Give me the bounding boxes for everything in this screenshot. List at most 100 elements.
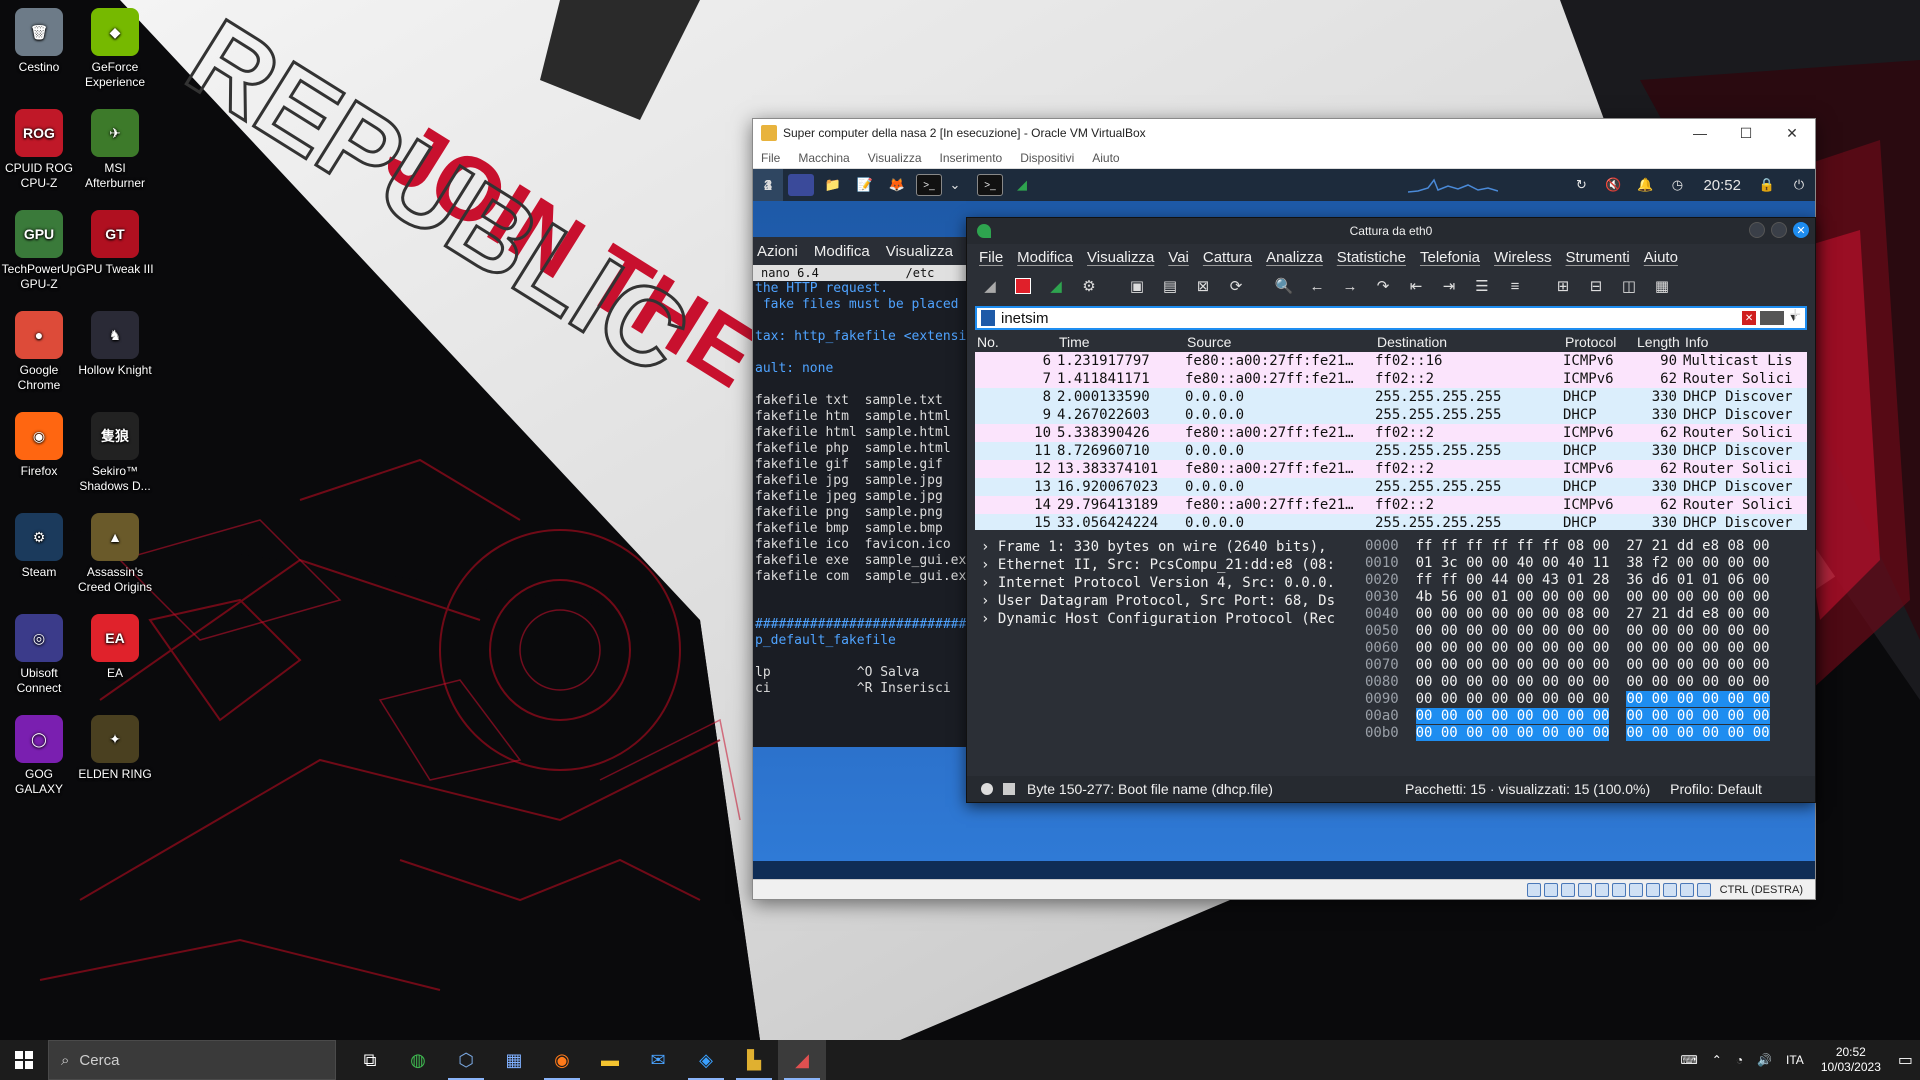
col-protocol[interactable]: Protocol (1563, 334, 1635, 352)
ws-menu-item[interactable]: Modifica (1017, 249, 1073, 266)
start-capture-icon[interactable]: ◢ (977, 274, 1003, 298)
chevron-down-icon[interactable]: ⌄ (948, 174, 962, 196)
table-row[interactable]: 10 5.338390426 fe80::a00:27ff:fe21… ff02::2… (975, 424, 1807, 442)
file-manager-icon[interactable]: 📁 (820, 174, 846, 196)
vscode-icon[interactable]: ◈ (682, 1040, 730, 1080)
usb-icon[interactable] (1594, 882, 1609, 897)
ws-menu-item[interactable]: Aiuto (1644, 249, 1678, 266)
desktop-icon[interactable]: GPU TechPowerUp GPU-Z (0, 210, 78, 292)
show-desktop-icon[interactable] (788, 174, 814, 196)
maximize-button[interactable]: ☐ (1723, 119, 1769, 147)
terminal-menu-view[interactable]: Visualizza (886, 243, 953, 260)
search-box[interactable]: ⌕ Cerca (48, 1040, 336, 1080)
close-button[interactable]: ✕ (1793, 222, 1809, 238)
col-length[interactable]: Length (1635, 334, 1683, 352)
mute-icon[interactable]: 🔇 (1600, 174, 1626, 196)
last-packet-icon[interactable]: ⇥ (1436, 274, 1462, 298)
desktop-icon[interactable]: ● Google Chrome (0, 311, 78, 393)
browser-icon[interactable]: ◍ (394, 1040, 442, 1080)
virtualbox-taskbar-icon[interactable]: ⬡ (442, 1040, 490, 1080)
notification-icon[interactable]: ▭ (1898, 1050, 1913, 1070)
edit-comment-icon[interactable] (1003, 783, 1015, 795)
restart-capture-icon[interactable]: ◢ (1043, 274, 1069, 298)
chevron-up-icon[interactable]: ⌃ (1712, 1053, 1722, 1067)
ws-menu-item[interactable]: Strumenti (1566, 249, 1630, 266)
packet-details-tree[interactable]: › Frame 1: 330 bytes on wire (2640 bits)… (975, 538, 1355, 748)
bookmark-icon[interactable] (981, 310, 995, 326)
terminal-window[interactable]: Azioni Modifica Visualizza nano 6.4 /etc… (753, 237, 978, 747)
firefox-icon[interactable]: 🦊 (884, 174, 910, 196)
refresh-icon[interactable]: ↻ (1568, 174, 1594, 196)
normal-size-icon[interactable]: ◫ (1616, 274, 1642, 298)
workspace-4[interactable]: 4 (753, 169, 783, 201)
desktop-icon[interactable]: 🗑 Cestino (0, 8, 78, 75)
table-row[interactable]: 9 4.267022603 0.0.0.0 255.255.255.255 DHCP 33… (975, 406, 1807, 424)
ws-menu-item[interactable]: Analizza (1266, 249, 1323, 266)
table-row[interactable]: 8 2.000133590 0.0.0.0 255.255.255.255 DHCP 33… (975, 388, 1807, 406)
go-forward-icon[interactable]: → (1337, 274, 1363, 298)
table-row[interactable]: 14 29.796413189 fe80::a00:27ff:fe21… ff02::… (975, 496, 1807, 514)
terminal-menu-edit[interactable]: Modifica (814, 243, 870, 260)
wifi-icon[interactable]: ◔ (1736, 1053, 1743, 1067)
shared-folder-icon[interactable] (1611, 882, 1626, 897)
maximize-button[interactable] (1771, 222, 1787, 238)
desktop-icon[interactable]: ◯ GOG GALAXY (0, 715, 78, 797)
terminal-content[interactable]: the HTTP request. fake files must be pla… (753, 281, 978, 697)
save-file-icon[interactable]: ▤ (1157, 274, 1183, 298)
hdd-icon[interactable] (1526, 882, 1541, 897)
desktop-icon[interactable]: ✦ ELDEN RING (76, 715, 154, 782)
capture-status-icon[interactable] (981, 783, 993, 795)
vbox-menu-file[interactable]: File (761, 151, 780, 165)
vbox-menu-help[interactable]: Aiuto (1092, 151, 1119, 165)
table-row[interactable]: 6 1.231917797 fe80::a00:27ff:fe21… ff02::16… (975, 352, 1807, 370)
col-time[interactable]: Time (1057, 334, 1185, 352)
add-filter-button[interactable]: + (1789, 304, 1801, 327)
vbox-menu-view[interactable]: Visualizza (868, 151, 922, 165)
taskbar-clock[interactable]: 20:52 10/03/2023 (1821, 1045, 1881, 1075)
display-icon[interactable] (1628, 882, 1643, 897)
desktop-icon[interactable]: ♞ Hollow Knight (76, 311, 154, 378)
tree-item[interactable]: › Internet Protocol Version 4, Src: 0.0.… (975, 574, 1355, 592)
volume-icon[interactable]: 🔊 (1757, 1053, 1772, 1067)
minimize-button[interactable]: — (1677, 119, 1723, 147)
display-filter-input[interactable] (1001, 309, 1743, 327)
task-view-icon[interactable]: ⧉ (346, 1040, 394, 1080)
language-indicator[interactable]: ITA (1786, 1053, 1804, 1067)
first-packet-icon[interactable]: ⇤ (1403, 274, 1429, 298)
audio-icon[interactable] (1560, 882, 1575, 897)
status-profile[interactable]: Profilo: Default (1670, 781, 1762, 797)
open-file-icon[interactable]: ▣ (1124, 274, 1150, 298)
desktop-icon[interactable]: ✈ MSI Afterburner (76, 109, 154, 191)
minimize-button[interactable] (1749, 222, 1765, 238)
tree-item[interactable]: › Frame 1: 330 bytes on wire (2640 bits)… (975, 538, 1355, 556)
desktop-icon[interactable]: EA EA (76, 614, 154, 681)
desktop-icon[interactable]: ▲ Assassin's Creed Origins (76, 513, 154, 595)
table-row[interactable]: 7 1.411841171 fe80::a00:27ff:fe21… ff02::2 I… (975, 370, 1807, 388)
go-to-packet-icon[interactable]: ↷ (1370, 274, 1396, 298)
zoom-in-icon[interactable]: ⊞ (1550, 274, 1576, 298)
file-explorer-icon[interactable]: ▬ (586, 1040, 634, 1080)
terminal-menu-actions[interactable]: Azioni (757, 243, 798, 260)
col-no[interactable]: No. (975, 334, 1057, 352)
recording-icon[interactable] (1645, 882, 1660, 897)
close-file-icon[interactable]: ⊠ (1190, 274, 1216, 298)
wireshark-taskbar-icon[interactable]: ◢ (778, 1040, 826, 1080)
autoscroll-icon[interactable]: ☰ (1469, 274, 1495, 298)
ws-menu-item[interactable]: Cattura (1203, 249, 1252, 266)
tree-item[interactable]: › Ethernet II, Src: PcsCompu_21:dd:e8 (0… (975, 556, 1355, 574)
desktop-icon[interactable]: GT GPU Tweak III (76, 210, 154, 277)
text-editor-icon[interactable]: 📝 (852, 174, 878, 196)
go-back-icon[interactable]: ← (1304, 274, 1330, 298)
apply-filter-icon[interactable] (1760, 311, 1785, 325)
optical-icon[interactable] (1543, 882, 1558, 897)
table-row[interactable]: 12 13.383374101 fe80::a00:27ff:fe21… ff02::… (975, 460, 1807, 478)
wireshark-window[interactable]: Cattura da eth0 ✕ File Modifica Visualizza… (966, 217, 1816, 803)
wireshark-task-icon[interactable]: ◢ (1009, 174, 1035, 196)
firefox-taskbar-icon[interactable]: ◉ (538, 1040, 586, 1080)
mouse-icon[interactable] (1679, 882, 1694, 897)
desktop-icon[interactable]: ROG CPUID ROG CPU-Z (0, 109, 78, 191)
colorize-icon[interactable]: ≡ (1502, 274, 1528, 298)
desktop-icon[interactable]: ◉ Firefox (0, 412, 78, 479)
table-row[interactable]: 13 16.920067023 0.0.0.0 255.255.255.255 DHCP… (975, 478, 1807, 496)
keyboard-icon[interactable] (1696, 882, 1711, 897)
